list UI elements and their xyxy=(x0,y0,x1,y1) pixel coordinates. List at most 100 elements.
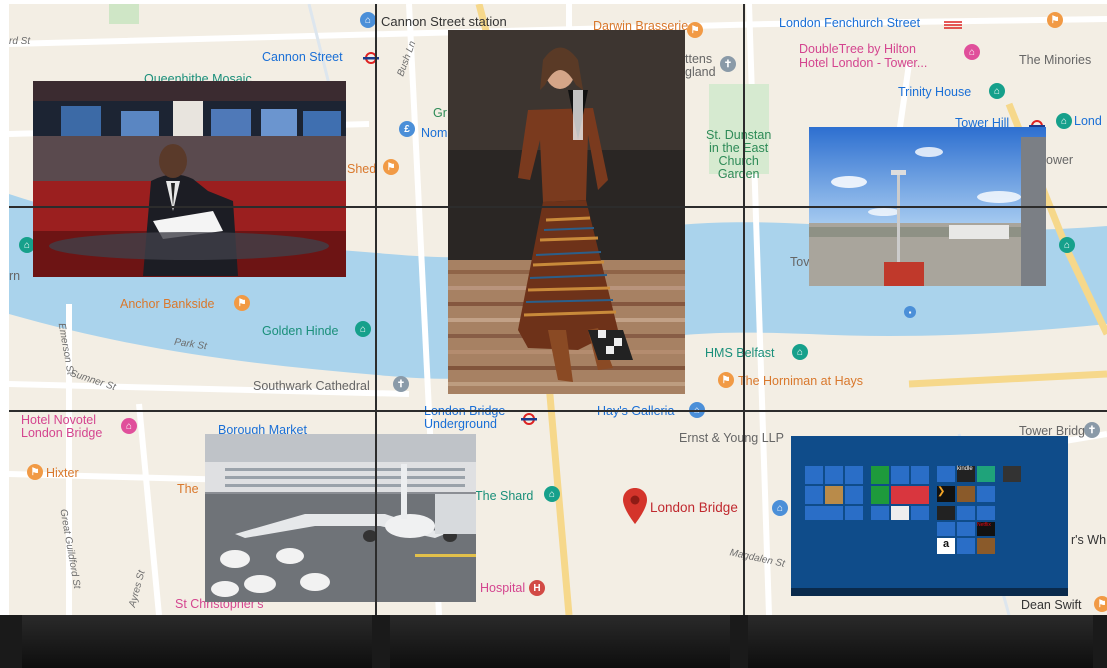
app-tile[interactable] xyxy=(805,466,823,484)
hospital-pin-icon: H xyxy=(529,580,545,596)
map-label: London Bridge Underground xyxy=(424,405,505,431)
bezel-divider xyxy=(9,206,1107,208)
church-pin-icon: ✝ xyxy=(720,56,736,72)
news-broadcast-image xyxy=(33,81,346,277)
display-stand xyxy=(0,615,1107,668)
landmark-pin-icon: ⌂ xyxy=(792,344,808,360)
stand-segment xyxy=(390,615,730,668)
app-tile[interactable] xyxy=(957,506,975,520)
map-label: rn xyxy=(9,269,21,283)
food-pin-icon: ⚑ xyxy=(1047,12,1063,28)
app-tile[interactable] xyxy=(845,506,863,520)
app-tile[interactable] xyxy=(911,506,929,520)
map-label: The Minories xyxy=(1019,53,1092,67)
video-wall: Cannon Street station Cannon Street Quee… xyxy=(9,4,1107,615)
food-pin-icon: ⚑ xyxy=(234,295,250,311)
windows-start-screen-window: kindle ❯ Netflix a xyxy=(791,436,1068,596)
app-tile[interactable] xyxy=(891,506,909,520)
app-tile[interactable] xyxy=(957,538,975,554)
food-pin-icon: ⚑ xyxy=(687,22,703,38)
news-broadcast-window xyxy=(33,81,346,277)
map-label: DoubleTree by Hilton Hotel London - Towe… xyxy=(799,42,928,70)
map-label: Hixter xyxy=(46,466,79,480)
underground-icon xyxy=(521,413,537,425)
map-label: Shed xyxy=(347,162,377,176)
rail-icon xyxy=(944,21,962,29)
bezel-divider xyxy=(9,410,1107,412)
map-label: Nom xyxy=(421,126,448,140)
app-tile[interactable] xyxy=(825,486,843,504)
bezel-divider xyxy=(375,4,377,615)
map-label: ttens gland xyxy=(685,52,716,79)
map-label: rd St xyxy=(9,36,31,47)
app-tile[interactable] xyxy=(977,506,995,520)
landmark-pin-icon: ⌂ xyxy=(1059,237,1075,253)
app-tile[interactable] xyxy=(805,506,843,520)
landmark-pin-icon: ⌂ xyxy=(1056,113,1072,129)
airplane-image xyxy=(205,434,476,602)
airplane-window xyxy=(205,434,476,602)
stand-segment xyxy=(748,615,1093,668)
map-label: Hospital xyxy=(480,581,526,595)
map-label: St. Dunstan in the East Church Garden xyxy=(706,128,772,181)
app-tile[interactable] xyxy=(937,506,955,520)
map-label: Cannon Street station xyxy=(381,14,507,29)
app-tile[interactable] xyxy=(977,466,995,482)
map-label: Anchor Bankside xyxy=(120,297,215,311)
map-label: Cannon Street xyxy=(262,50,343,64)
map-label: Trinity House xyxy=(898,85,972,99)
map-label: London Fenchurch Street xyxy=(779,16,921,30)
app-tile[interactable] xyxy=(871,466,889,484)
map-label: ower xyxy=(1046,153,1074,167)
landmark-pin-icon: ⌂ xyxy=(355,321,371,337)
landmark-pin-icon: ⌂ xyxy=(989,83,1005,99)
app-tile[interactable] xyxy=(937,522,955,536)
app-tile[interactable] xyxy=(957,486,975,502)
app-tile[interactable] xyxy=(825,466,843,484)
app-tile[interactable] xyxy=(977,486,995,502)
fashion-runway-window xyxy=(448,30,685,394)
hotel-pin-icon: ⌂ xyxy=(121,418,137,434)
app-tile[interactable] xyxy=(977,538,995,554)
location-marker-icon xyxy=(623,488,647,524)
app-tile[interactable] xyxy=(805,486,823,504)
bezel-divider xyxy=(743,4,745,615)
landmark-pin-icon: ⌂ xyxy=(544,486,560,502)
app-tile[interactable] xyxy=(1003,466,1021,482)
map-label: The Horniman at Hays xyxy=(738,374,864,388)
map-label: Dean Swift xyxy=(1021,598,1082,612)
kindle-tile[interactable]: kindle xyxy=(957,466,975,482)
app-tile[interactable] xyxy=(957,522,975,536)
map-label: Tov xyxy=(790,255,810,269)
food-pin-icon: ⚑ xyxy=(718,372,734,388)
food-pin-icon: ⚑ xyxy=(1094,596,1107,612)
taskbar[interactable] xyxy=(791,588,1068,596)
church-pin-icon: ✝ xyxy=(393,376,409,392)
app-tile[interactable] xyxy=(937,466,955,482)
map-label: HMS Belfast xyxy=(705,346,775,360)
map-label: Ernst & Young LLP xyxy=(679,431,784,445)
netflix-tile[interactable]: Netflix xyxy=(977,522,995,536)
app-tile[interactable] xyxy=(891,486,929,504)
transit-icon: £ xyxy=(399,121,415,137)
app-tile[interactable] xyxy=(845,486,863,504)
hotel-pin-icon: ⌂ xyxy=(964,44,980,60)
app-tile[interactable] xyxy=(871,506,889,520)
map-label: London Bridge xyxy=(650,500,738,515)
bus-stop-icon: ▪ xyxy=(904,306,916,318)
map-label: Southwark Cathedral xyxy=(253,379,370,393)
map-label: Golden Hinde xyxy=(262,324,339,338)
app-tile[interactable] xyxy=(911,466,929,484)
map-label: The xyxy=(177,482,199,496)
map-label: r's Wh xyxy=(1071,533,1107,547)
map-label: Lond xyxy=(1074,114,1102,128)
amazon-tile[interactable]: a xyxy=(937,538,955,554)
food-pin-icon: ⚑ xyxy=(27,464,43,480)
app-tile[interactable] xyxy=(845,466,863,484)
landmark-pin-icon: ✝ xyxy=(1084,422,1100,438)
transit-icon: ⌂ xyxy=(360,12,376,28)
transit-icon: ⌂ xyxy=(772,500,788,516)
app-tile[interactable] xyxy=(871,486,889,504)
app-tile[interactable]: ❯ xyxy=(937,486,955,502)
app-tile[interactable] xyxy=(891,466,909,484)
